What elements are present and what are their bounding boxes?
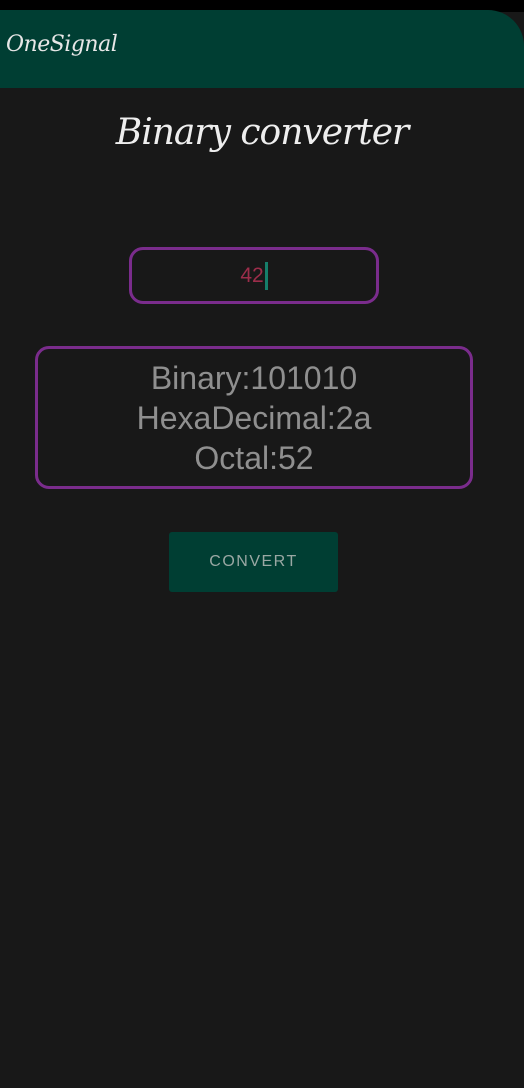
app-bar: OneSignal (0, 10, 524, 88)
binary-result: Binary:101010 (150, 359, 358, 396)
app-title: OneSignal (6, 32, 118, 57)
convert-button[interactable]: CONVERT (169, 532, 338, 592)
page-title: Binary converter (115, 112, 409, 153)
hex-result: HexaDecimal:2a (136, 399, 372, 436)
number-input[interactable]: 42 (129, 247, 379, 304)
text-caret (264, 261, 268, 290)
octal-result: Octal:52 (194, 439, 314, 476)
input-value: 42 (240, 263, 264, 287)
result-box: Binary:101010 HexaDecimal:2a Octal:52 (35, 346, 473, 489)
